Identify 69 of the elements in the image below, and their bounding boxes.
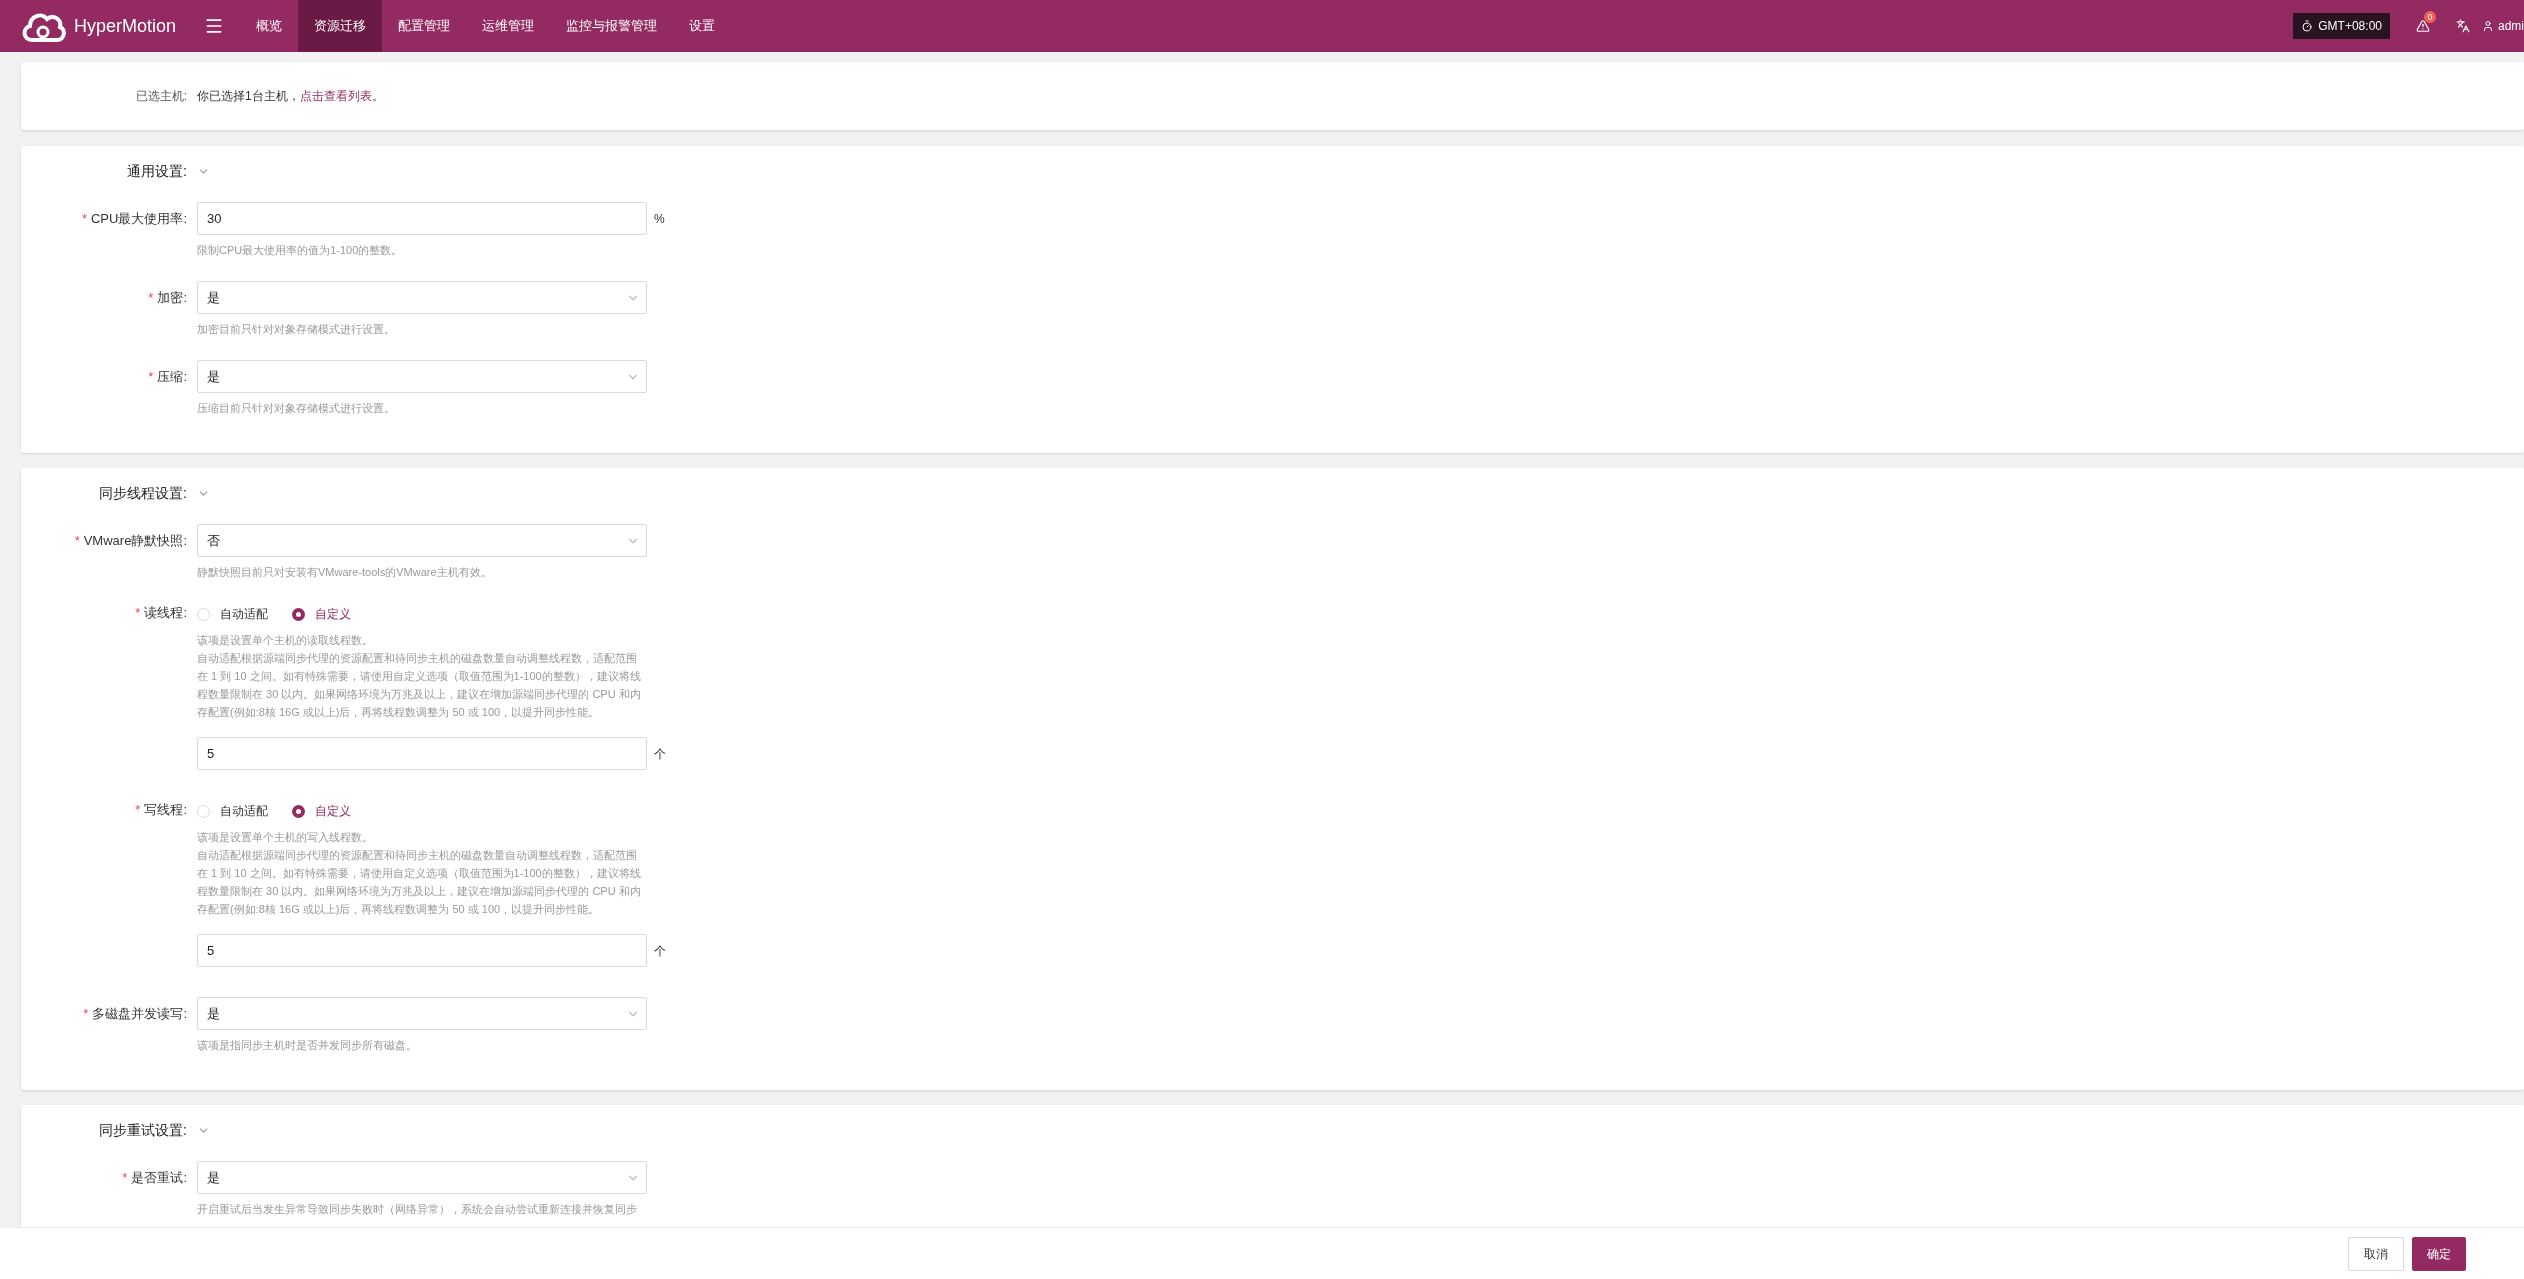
help-text: 限制CPU最大使用率的值为1-100的整数。 [197, 243, 404, 258]
radio-label[interactable]: 自动适配 [220, 802, 268, 820]
radio-button[interactable] [197, 607, 210, 621]
required-asterisk: * [135, 604, 141, 622]
radio-label[interactable]: 自定义 [315, 605, 351, 623]
nav-tab[interactable]: 运维管理 [466, 0, 550, 52]
field-label: 压缩: [157, 367, 187, 386]
view-list-link[interactable]: 点击查看列表 [299, 89, 372, 103]
unit-label: 个 [654, 942, 666, 960]
unit-label: 个 [654, 745, 666, 763]
nav-tab[interactable]: 资源迁移 [298, 0, 382, 52]
section-title: 通用设置: [126, 161, 188, 181]
translate-icon[interactable] [2456, 19, 2470, 33]
cloud-logo-icon [20, 10, 66, 42]
help-text: 压缩目前只针对对象存储模式进行设置。 [197, 401, 396, 416]
required-asterisk: * [148, 367, 154, 386]
input-field[interactable]: 5 [197, 934, 647, 967]
timer-icon [2301, 20, 2314, 32]
help-text: 该项是指同步主机时是否并发同步所有磁盘。 [197, 1038, 418, 1053]
field-label: 多磁盘并发读写: [92, 1004, 187, 1023]
select-field[interactable]: 是 [197, 360, 647, 393]
unit-label: % [654, 210, 665, 228]
required-asterisk: * [83, 1004, 89, 1023]
input-field[interactable]: 30 [197, 202, 647, 235]
radio-button[interactable] [292, 804, 305, 818]
field-label: CPU最大使用率: [90, 209, 187, 228]
field-label: 读线程: [144, 604, 187, 622]
select-field[interactable]: 是 [197, 281, 647, 314]
radio-label[interactable]: 自动适配 [220, 605, 268, 623]
field-label: VMware静默快照: [83, 531, 187, 550]
required-asterisk: * [81, 209, 87, 228]
section-title: 同步重试设置: [98, 1120, 188, 1140]
section-title: 同步线程设置: [98, 483, 188, 503]
required-asterisk: * [135, 801, 141, 819]
select-field[interactable]: 否 [197, 524, 647, 557]
help-text: 加密目前只针对对象存储模式进行设置。 [197, 322, 396, 337]
help-text: 该项是设置单个主机的读取线程数。 [197, 633, 374, 648]
help-text: 自动适配根据源端同步代理的资源配置和待同步主机的磁盘数量自动调整线程数，适配范围在 1 到 10 之间。如有特殊需要，请使用自定义选项（取值范围为1-100的整数），建议将线程数量限制在 30 以内。如果网络环境为万兆及以上，建议在增加源端同步代理的 CPU 和内存配置(例如:8核 16G 或以上)后，再将线程数调整为 50 或 100，以提升同步性能。 [197, 651, 642, 720]
user-name[interactable]: admi [2498, 17, 2524, 35]
user-icon [2482, 20, 2494, 32]
field-label: 是否重试: [131, 1168, 187, 1187]
help-text: 该项是设置单个主机的写入线程数。 [197, 830, 374, 845]
alert-icon[interactable] [2416, 19, 2430, 33]
select-field[interactable]: 是 [197, 997, 647, 1030]
radio-button[interactable] [292, 607, 305, 621]
nav-tab[interactable]: 概览 [240, 0, 298, 52]
nav-tab[interactable]: 监控与报警管理 [550, 0, 673, 52]
radio-label[interactable]: 自定义 [315, 802, 351, 820]
help-text: 开启重试后当发生异常导致同步失败时（网络异常），系统会自动尝试重新连接并恢复同步 [197, 1202, 638, 1217]
input-field[interactable]: 5 [197, 737, 647, 770]
timezone-badge[interactable]: GMT+08:00 [2293, 13, 2390, 39]
required-asterisk: * [122, 1168, 128, 1187]
radio-button[interactable] [197, 804, 210, 818]
help-text: 自动适配根据源端同步代理的资源配置和待同步主机的磁盘数量自动调整线程数，适配范围在 1 到 10 之间。如有特殊需要，请使用自定义选项（取值范围为1-100的整数），建议将线程数量限制在 30 以内。如果网络环境为万兆及以上，建议在增加源端同步代理的 CPU 和内存配置(例如:8核 16G 或以上)后，再将线程数调整为 50 或 100，以提升同步性能。 [197, 848, 642, 917]
nav-tab[interactable]: 设置 [673, 0, 731, 52]
nav-tab[interactable]: 配置管理 [382, 0, 466, 52]
field-label: 加密: [157, 288, 187, 307]
select-field[interactable]: 是 [197, 1161, 647, 1194]
brand-name: HyperMotion [74, 14, 177, 38]
required-asterisk: * [148, 288, 154, 307]
field-label: 已选主机: [134, 88, 188, 105]
menu-icon[interactable] [204, 16, 224, 36]
confirm-button[interactable]: 确定 [2412, 1236, 2466, 1271]
help-text: 静默快照目前只对安装有VMware-tools的VMware主机有效。 [197, 565, 493, 580]
required-asterisk: * [74, 531, 80, 550]
cancel-button[interactable]: 取消 [2348, 1236, 2404, 1271]
alert-count-badge: 0 [2424, 11, 2436, 23]
selected-hosts-text: 你已选择1台主机，点击查看列表。 [197, 88, 384, 105]
field-label: 写线程: [144, 801, 187, 819]
